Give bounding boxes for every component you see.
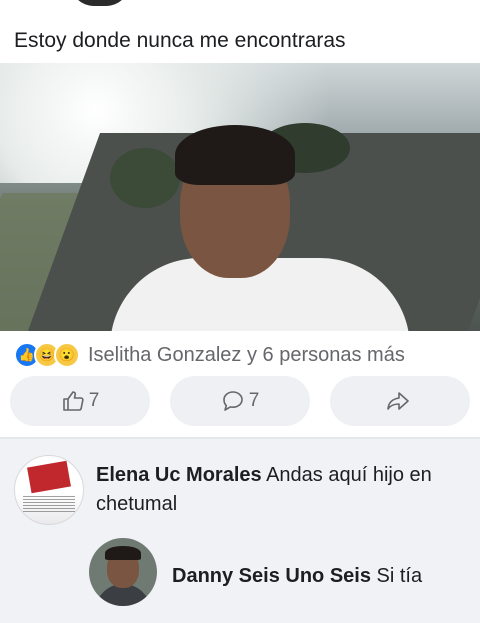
poster-avatar[interactable] bbox=[70, 0, 130, 6]
comment-author[interactable]: Elena Uc Morales bbox=[96, 464, 262, 486]
like-count: 7 bbox=[88, 390, 100, 411]
comment-bubble-icon bbox=[222, 391, 243, 411]
avatar-graphic bbox=[27, 460, 71, 494]
thumbs-up-icon bbox=[62, 391, 84, 411]
comment-count: 7 bbox=[248, 390, 260, 411]
comment: Elena Uc Morales Andas aquí hijo en chet… bbox=[96, 461, 466, 519]
avatar-graphic bbox=[23, 496, 75, 512]
comment-author[interactable]: Danny Seis Uno Seis bbox=[172, 565, 371, 587]
photo-person-hair bbox=[175, 125, 295, 185]
share-button[interactable] bbox=[330, 376, 470, 426]
avatar-graphic bbox=[105, 546, 141, 560]
post-caption: Estoy donde nunca me encontraras bbox=[14, 29, 346, 52]
comment-reply: Danny Seis Uno Seis Si tía bbox=[172, 562, 422, 591]
photo-tree bbox=[110, 148, 180, 208]
post-actions: 7 7 bbox=[10, 376, 470, 428]
comment-body: Si tía bbox=[376, 565, 423, 587]
like-button[interactable]: 7 bbox=[10, 376, 150, 426]
avatar[interactable] bbox=[14, 455, 84, 525]
post-photo[interactable] bbox=[0, 63, 480, 331]
comment-button[interactable]: 7 bbox=[170, 376, 310, 426]
share-arrow-icon bbox=[387, 392, 409, 410]
reaction-summary[interactable]: 👍 😆 😮 Iselitha Gonzalez y 6 personas más bbox=[14, 342, 405, 368]
reaction-names[interactable]: Iselitha Gonzalez y 6 personas más bbox=[88, 344, 405, 367]
wow-icon: 😮 bbox=[54, 342, 80, 368]
avatar[interactable] bbox=[89, 538, 157, 606]
